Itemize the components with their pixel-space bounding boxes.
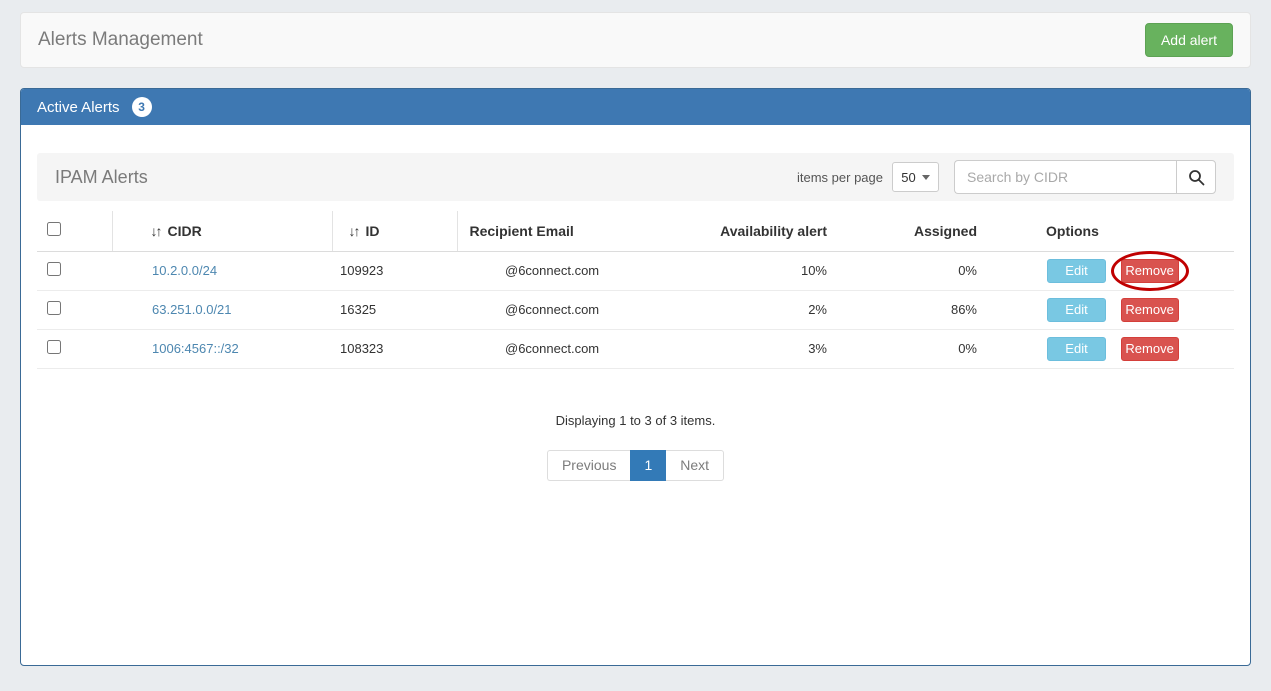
cidr-link[interactable]: 63.251.0.0/21 <box>152 302 232 317</box>
alerts-table: ↓↑CIDR ↓↑ID Recipient Email Availability… <box>37 211 1234 369</box>
table-row: 10.2.0.0/24 109923 @6connect.com 10% 0% … <box>37 251 1234 290</box>
active-alerts-panel: Active Alerts 3 IPAM Alerts items per pa… <box>20 88 1251 666</box>
edit-button[interactable]: Edit <box>1047 259 1106 283</box>
recipient-email: @6connect.com <box>457 329 702 368</box>
search-button[interactable] <box>1176 160 1216 194</box>
chevron-down-icon <box>922 175 930 180</box>
assigned-value: 0% <box>867 329 1017 368</box>
sort-icon[interactable]: ↓↑ <box>151 223 161 239</box>
column-header-assigned: Assigned <box>867 211 1017 251</box>
remove-button[interactable]: Remove <box>1121 337 1179 361</box>
recipient-email: @6connect.com <box>457 251 702 290</box>
table-row: 1006:4567::/32 108323 @6connect.com 3% 0… <box>37 329 1234 368</box>
assigned-value: 0% <box>867 251 1017 290</box>
sort-icon[interactable]: ↓↑ <box>349 223 359 239</box>
pagination-previous[interactable]: Previous <box>547 450 630 481</box>
recipient-email: @6connect.com <box>457 290 702 329</box>
items-per-page-value: 50 <box>901 170 915 185</box>
panel-title: Active Alerts <box>37 99 120 116</box>
table-row: 63.251.0.0/21 16325 @6connect.com 2% 86%… <box>37 290 1234 329</box>
pagination: Previous 1 Next <box>37 450 1234 481</box>
cidr-link[interactable]: 1006:4567::/32 <box>152 341 239 356</box>
pagination-next[interactable]: Next <box>666 450 724 481</box>
row-checkbox[interactable] <box>47 301 61 315</box>
remove-button[interactable]: Remove <box>1121 259 1179 283</box>
panel-body: IPAM Alerts items per page 50 <box>21 125 1250 665</box>
column-header-availability: Availability alert <box>702 211 867 251</box>
alert-count-badge: 3 <box>132 97 152 117</box>
cidr-link[interactable]: 10.2.0.0/24 <box>152 263 217 278</box>
column-header-email: Recipient Email <box>457 211 702 251</box>
search-input[interactable] <box>954 160 1176 194</box>
remove-button[interactable]: Remove <box>1121 298 1179 322</box>
add-alert-button[interactable]: Add alert <box>1145 23 1233 57</box>
pagination-page-1[interactable]: 1 <box>630 450 666 481</box>
page-title: Alerts Management <box>38 29 203 51</box>
page-header: Alerts Management Add alert <box>20 12 1251 68</box>
availability-value: 10% <box>702 251 867 290</box>
displaying-status: Displaying 1 to 3 of 3 items. <box>37 413 1234 428</box>
search-icon <box>1188 169 1205 186</box>
column-header-options: Options <box>1017 211 1234 251</box>
availability-value: 2% <box>702 290 867 329</box>
edit-button[interactable]: Edit <box>1047 337 1106 361</box>
alert-id: 109923 <box>332 251 457 290</box>
edit-button[interactable]: Edit <box>1047 298 1106 322</box>
row-checkbox[interactable] <box>47 340 61 354</box>
availability-value: 3% <box>702 329 867 368</box>
items-per-page-select[interactable]: 50 <box>892 162 939 192</box>
panel-heading: Active Alerts 3 <box>21 89 1250 125</box>
column-header-id[interactable]: ↓↑ID <box>332 211 457 251</box>
alert-id: 16325 <box>332 290 457 329</box>
table-toolbar: IPAM Alerts items per page 50 <box>37 153 1234 201</box>
select-all-checkbox[interactable] <box>47 222 61 236</box>
column-header-cidr[interactable]: ↓↑CIDR <box>112 211 332 251</box>
alert-id: 108323 <box>332 329 457 368</box>
toolbar-controls: items per page 50 <box>797 160 1216 194</box>
search-group <box>954 160 1216 194</box>
row-checkbox[interactable] <box>47 262 61 276</box>
assigned-value: 86% <box>867 290 1017 329</box>
items-per-page-label: items per page <box>797 170 883 185</box>
table-subtitle: IPAM Alerts <box>55 167 148 188</box>
table-header-row: ↓↑CIDR ↓↑ID Recipient Email Availability… <box>37 211 1234 251</box>
